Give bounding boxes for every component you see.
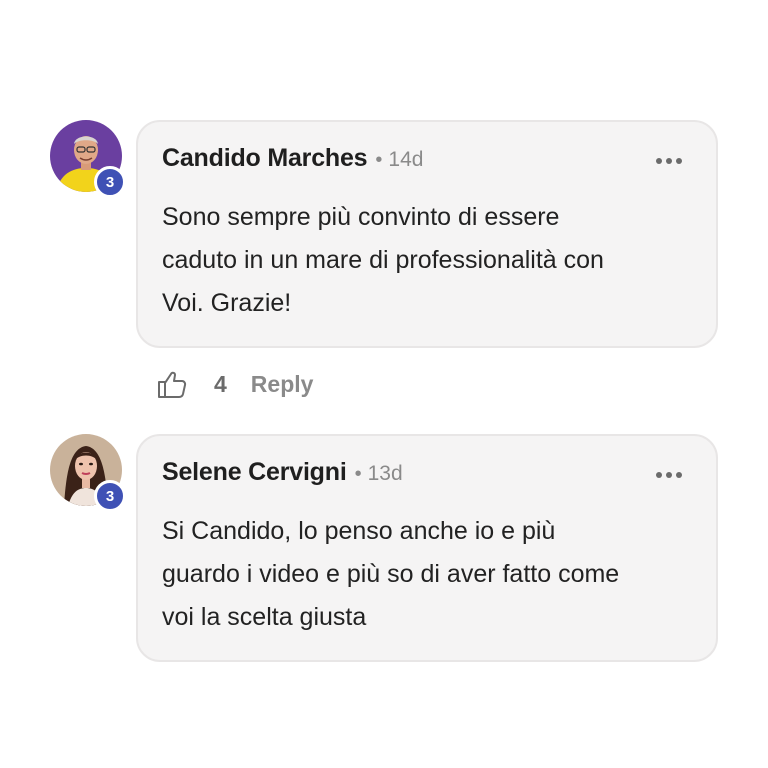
connection-badge: 3: [94, 166, 126, 198]
more-options-icon[interactable]: [656, 472, 682, 478]
connection-badge: 3: [94, 480, 126, 512]
comment-text: Si Candido, lo penso anche io e più guar…: [162, 517, 620, 631]
separator-dot: •: [354, 463, 362, 485]
thumbs-up-icon[interactable]: [156, 368, 188, 400]
comment-actions: 4 Reply: [156, 366, 313, 402]
comment-author[interactable]: Candido Marches: [162, 144, 368, 173]
reply-button[interactable]: Reply: [251, 371, 314, 398]
separator-dot: •: [375, 149, 383, 171]
like-count: 4: [214, 370, 227, 397]
comment-bubble: Candido Marches • 14d Sono sempre più co…: [136, 120, 718, 348]
comment-bubble: Selene Cervigni • 13d Si Candido, lo pen…: [136, 434, 718, 662]
comment-text: Sono sempre più convinto di essere cadut…: [162, 203, 604, 317]
more-options-icon[interactable]: [656, 158, 682, 164]
comment-time: 13d: [367, 462, 403, 485]
comment-author[interactable]: Selene Cervigni: [162, 458, 347, 487]
comment-time: 14d: [388, 148, 424, 171]
